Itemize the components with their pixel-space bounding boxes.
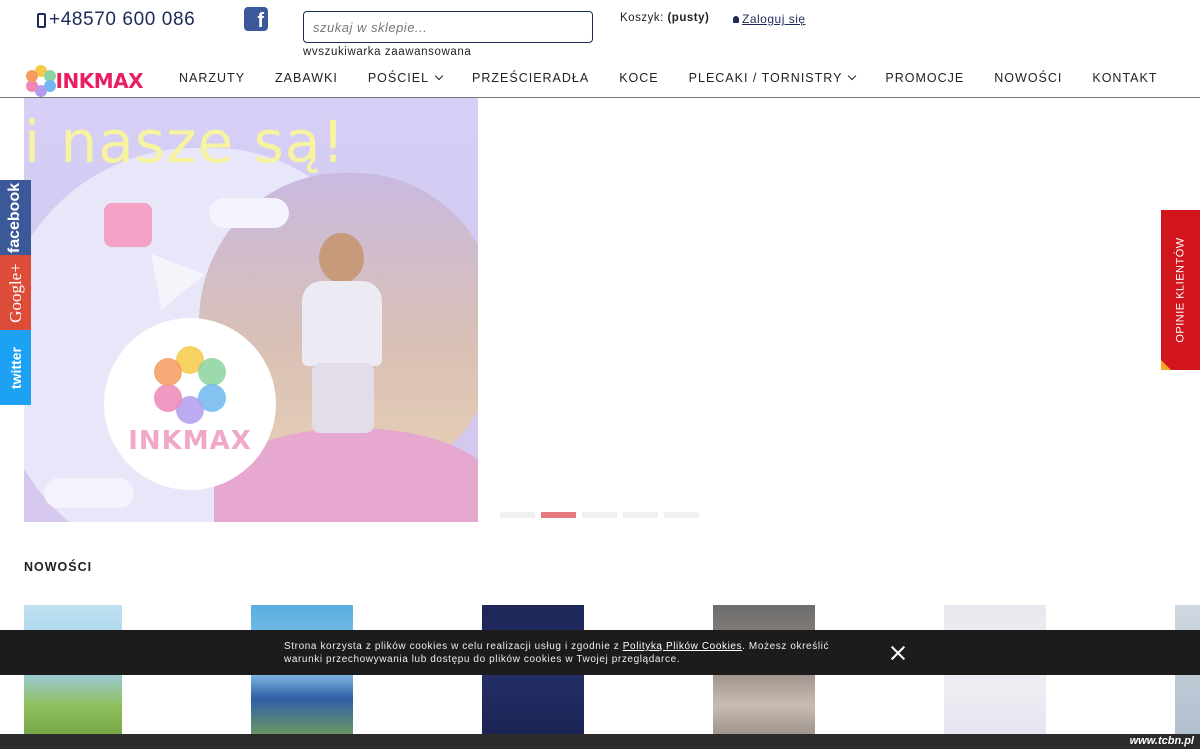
cookie-text: Strona korzysta z plików cookies w celu … [284, 640, 844, 666]
cloud-icon [209, 198, 289, 228]
user-icon [733, 16, 739, 23]
nav-item-kontakt[interactable]: KONTAKT [1077, 71, 1172, 85]
logo-text: INKMAX [55, 68, 144, 93]
slider-dot[interactable] [500, 512, 535, 518]
product-card[interactable] [251, 605, 353, 749]
twitter-label: twitter [7, 346, 24, 389]
close-icon[interactable] [890, 645, 906, 661]
cookie-banner: Strona korzysta z plików cookies w celu … [0, 630, 1200, 675]
banner-child-image [294, 233, 384, 473]
slider-dot[interactable] [623, 512, 658, 518]
slider-dot[interactable] [664, 512, 699, 518]
cart-status: (pusty) [667, 12, 710, 24]
customer-reviews-tab[interactable]: OPINIE KLIENTÓW [1161, 210, 1200, 370]
facebook-icon[interactable]: f [244, 7, 268, 31]
login-link[interactable]: Zaloguj się [733, 12, 806, 26]
nav-item-przescieradla[interactable]: PRZEŚCIERADŁA [457, 71, 604, 85]
nav-item-label: POŚCIEL [367, 71, 430, 85]
google-plus-tab[interactable]: Google+ [0, 255, 31, 330]
product-card[interactable] [1175, 605, 1200, 749]
google-plus-label: Google+ [5, 262, 25, 323]
banner-headline: i nasze są! [24, 108, 346, 176]
nav-item-promocje[interactable]: PROMOCJE [870, 71, 979, 85]
cloud-icon [44, 478, 134, 508]
cookie-policy-link[interactable]: Polityką Plików Cookies [623, 641, 742, 652]
site-logo[interactable]: INKMAX [25, 64, 144, 97]
customer-reviews-label: OPINIE KLIENTÓW [1174, 237, 1187, 343]
hero-banner[interactable]: i nasze są! INKMAX [24, 98, 478, 522]
product-card[interactable] [482, 605, 584, 749]
slider-dot-active[interactable] [541, 512, 576, 518]
heart-icon [104, 203, 152, 247]
search-input[interactable] [303, 11, 593, 43]
product-image [713, 605, 815, 749]
phone-icon [37, 12, 46, 28]
footer-strip: www.tcbn.pl [0, 734, 1200, 749]
product-card[interactable] [713, 605, 815, 749]
watermark: www.tcbn.pl [1129, 735, 1194, 747]
login-label: Zaloguj się [742, 12, 806, 26]
phone-number[interactable]: +48570 600 086 [37, 9, 195, 31]
product-image [482, 605, 584, 749]
product-image [944, 605, 1046, 749]
slider-dot[interactable] [582, 512, 617, 518]
slider-pagination [500, 512, 699, 518]
banner-logo-badge: INKMAX [104, 318, 276, 490]
social-sidebar: facebook Google+ twitter [0, 180, 31, 405]
banner-brand: INKMAX [128, 426, 252, 456]
facebook-tab[interactable]: facebook [0, 180, 31, 255]
facebook-label: facebook [6, 182, 24, 253]
nav-item-koce[interactable]: KOCE [604, 71, 673, 85]
flower-icon [150, 346, 230, 426]
chevron-down-icon [434, 71, 444, 81]
cookie-text-part: Strona korzysta z plików cookies w celu … [284, 641, 623, 652]
product-card[interactable] [944, 605, 1046, 749]
product-image [251, 605, 353, 749]
advanced-search-link[interactable]: wvszukiwarka zaawansowana [303, 46, 471, 58]
nav-item-posciel[interactable]: POŚCIEL [353, 71, 457, 85]
product-image [1175, 605, 1200, 749]
product-card[interactable] [24, 605, 122, 749]
main-nav: NARZUTY ZABAWKI POŚCIEL PRZEŚCIERADŁA KO… [164, 64, 1172, 92]
twitter-tab[interactable]: twitter [0, 330, 31, 405]
cart-label: Koszyk: [620, 12, 664, 24]
nav-item-nowosci[interactable]: NOWOŚCI [979, 71, 1077, 85]
phone-label: +48570 600 086 [49, 9, 196, 30]
logo-flower-icon [25, 64, 56, 97]
chevron-down-icon [848, 71, 857, 81]
nav-item-narzuty[interactable]: NARZUTY [164, 71, 260, 85]
product-image [24, 605, 122, 749]
section-title: NOWOŚCI [24, 560, 93, 574]
cart-summary[interactable]: Koszyk: (pusty) [620, 12, 709, 24]
nav-item-plecaki[interactable]: PLECAKI / TORNISTRY [674, 71, 871, 85]
nav-item-zabawki[interactable]: ZABAWKI [260, 71, 353, 85]
nav-item-label: PLECAKI / TORNISTRY [688, 71, 843, 85]
